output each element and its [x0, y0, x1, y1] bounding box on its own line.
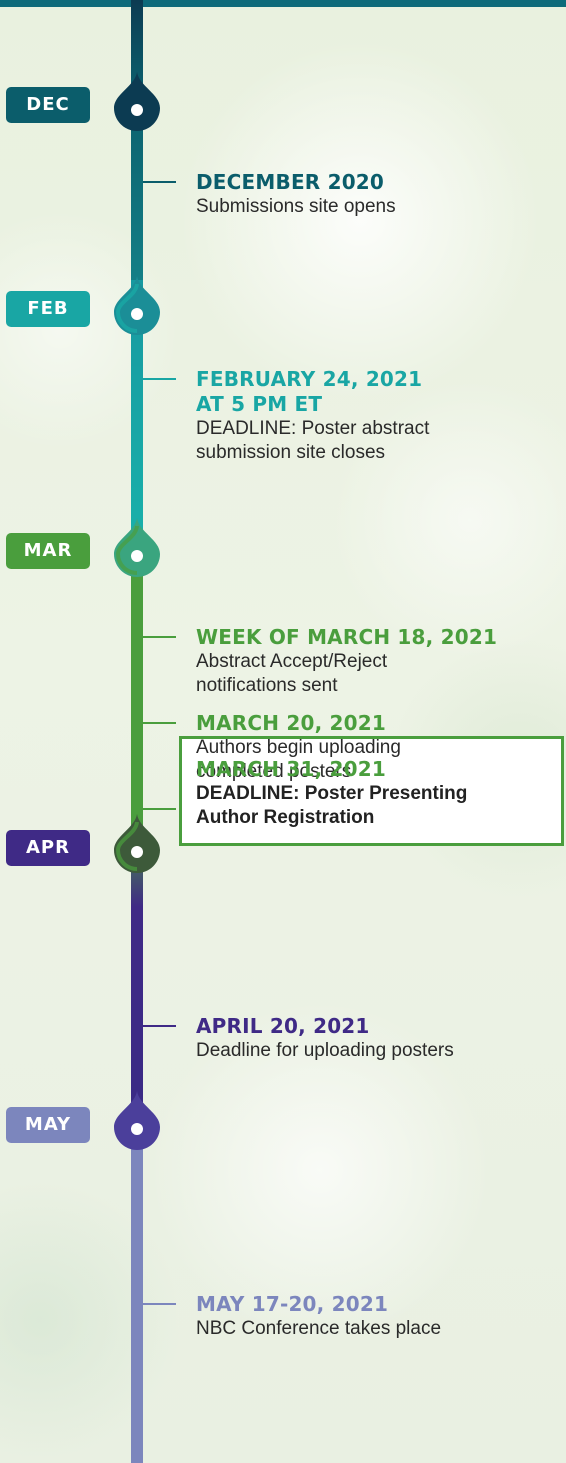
- event-date: MARCH 20, 2021: [196, 711, 387, 735]
- month-tag-dec: DEC: [6, 87, 90, 123]
- event-connector: [143, 636, 176, 638]
- event-description: DEADLINE: Poster Presenting Author Regis…: [196, 783, 468, 828]
- timeline-pin-icon: [114, 814, 160, 873]
- event-description: Submissions site opens: [196, 196, 396, 217]
- timeline-event: WEEK OF MARCH 18, 2021 Abstract Accept/R…: [196, 625, 564, 698]
- timeline-pin-icon: [114, 72, 160, 131]
- top-accent-bar: [0, 0, 566, 7]
- timeline-line-may: [131, 1110, 143, 1463]
- event-date: MARCH 31, 2021: [196, 757, 387, 781]
- event-connector: [143, 1025, 176, 1027]
- timeline-line-mar: [131, 540, 143, 820]
- event-description: Deadline for uploading posters: [196, 1040, 454, 1061]
- event-connector: [143, 378, 176, 380]
- timeline-event-highlighted: MARCH 31, 2021 DEADLINE: Poster Presenti…: [196, 757, 564, 830]
- timeline-pin-icon: [114, 518, 160, 577]
- timeline-event: FEBRUARY 24, 2021 AT 5 PM ET DEADLINE: P…: [196, 367, 564, 465]
- timeline-pin-icon: [114, 1091, 160, 1150]
- event-date: MAY 17-20, 2021: [196, 1292, 389, 1316]
- event-connector: [143, 722, 176, 724]
- month-tag-feb: FEB: [6, 291, 90, 327]
- timeline-pin-icon: [114, 276, 160, 335]
- event-date: APRIL 20, 2021: [196, 1014, 370, 1038]
- event-description: Abstract Accept/Reject notifications sen…: [196, 651, 388, 696]
- event-date: FEBRUARY 24, 2021 AT 5 PM ET: [196, 367, 423, 416]
- month-tag-may: MAY: [6, 1107, 90, 1143]
- timeline-event: DECEMBER 2020 Submissions site opens: [196, 170, 564, 219]
- event-description: NBC Conference takes place: [196, 1318, 442, 1339]
- event-date: WEEK OF MARCH 18, 2021: [196, 625, 498, 649]
- timeline-event: MAY 17-20, 2021 NBC Conference takes pla…: [196, 1292, 564, 1341]
- event-date: DECEMBER 2020: [196, 170, 385, 194]
- timeline-line-dec: [131, 0, 143, 280]
- month-tag-apr: APR: [6, 830, 90, 866]
- month-tag-mar: MAR: [6, 533, 90, 569]
- event-description: DEADLINE: Poster abstract submission sit…: [196, 418, 430, 463]
- event-connector: [143, 181, 176, 183]
- event-connector: [143, 1303, 176, 1305]
- timeline-event: APRIL 20, 2021 Deadline for uploading po…: [196, 1014, 564, 1063]
- event-connector: [143, 808, 176, 810]
